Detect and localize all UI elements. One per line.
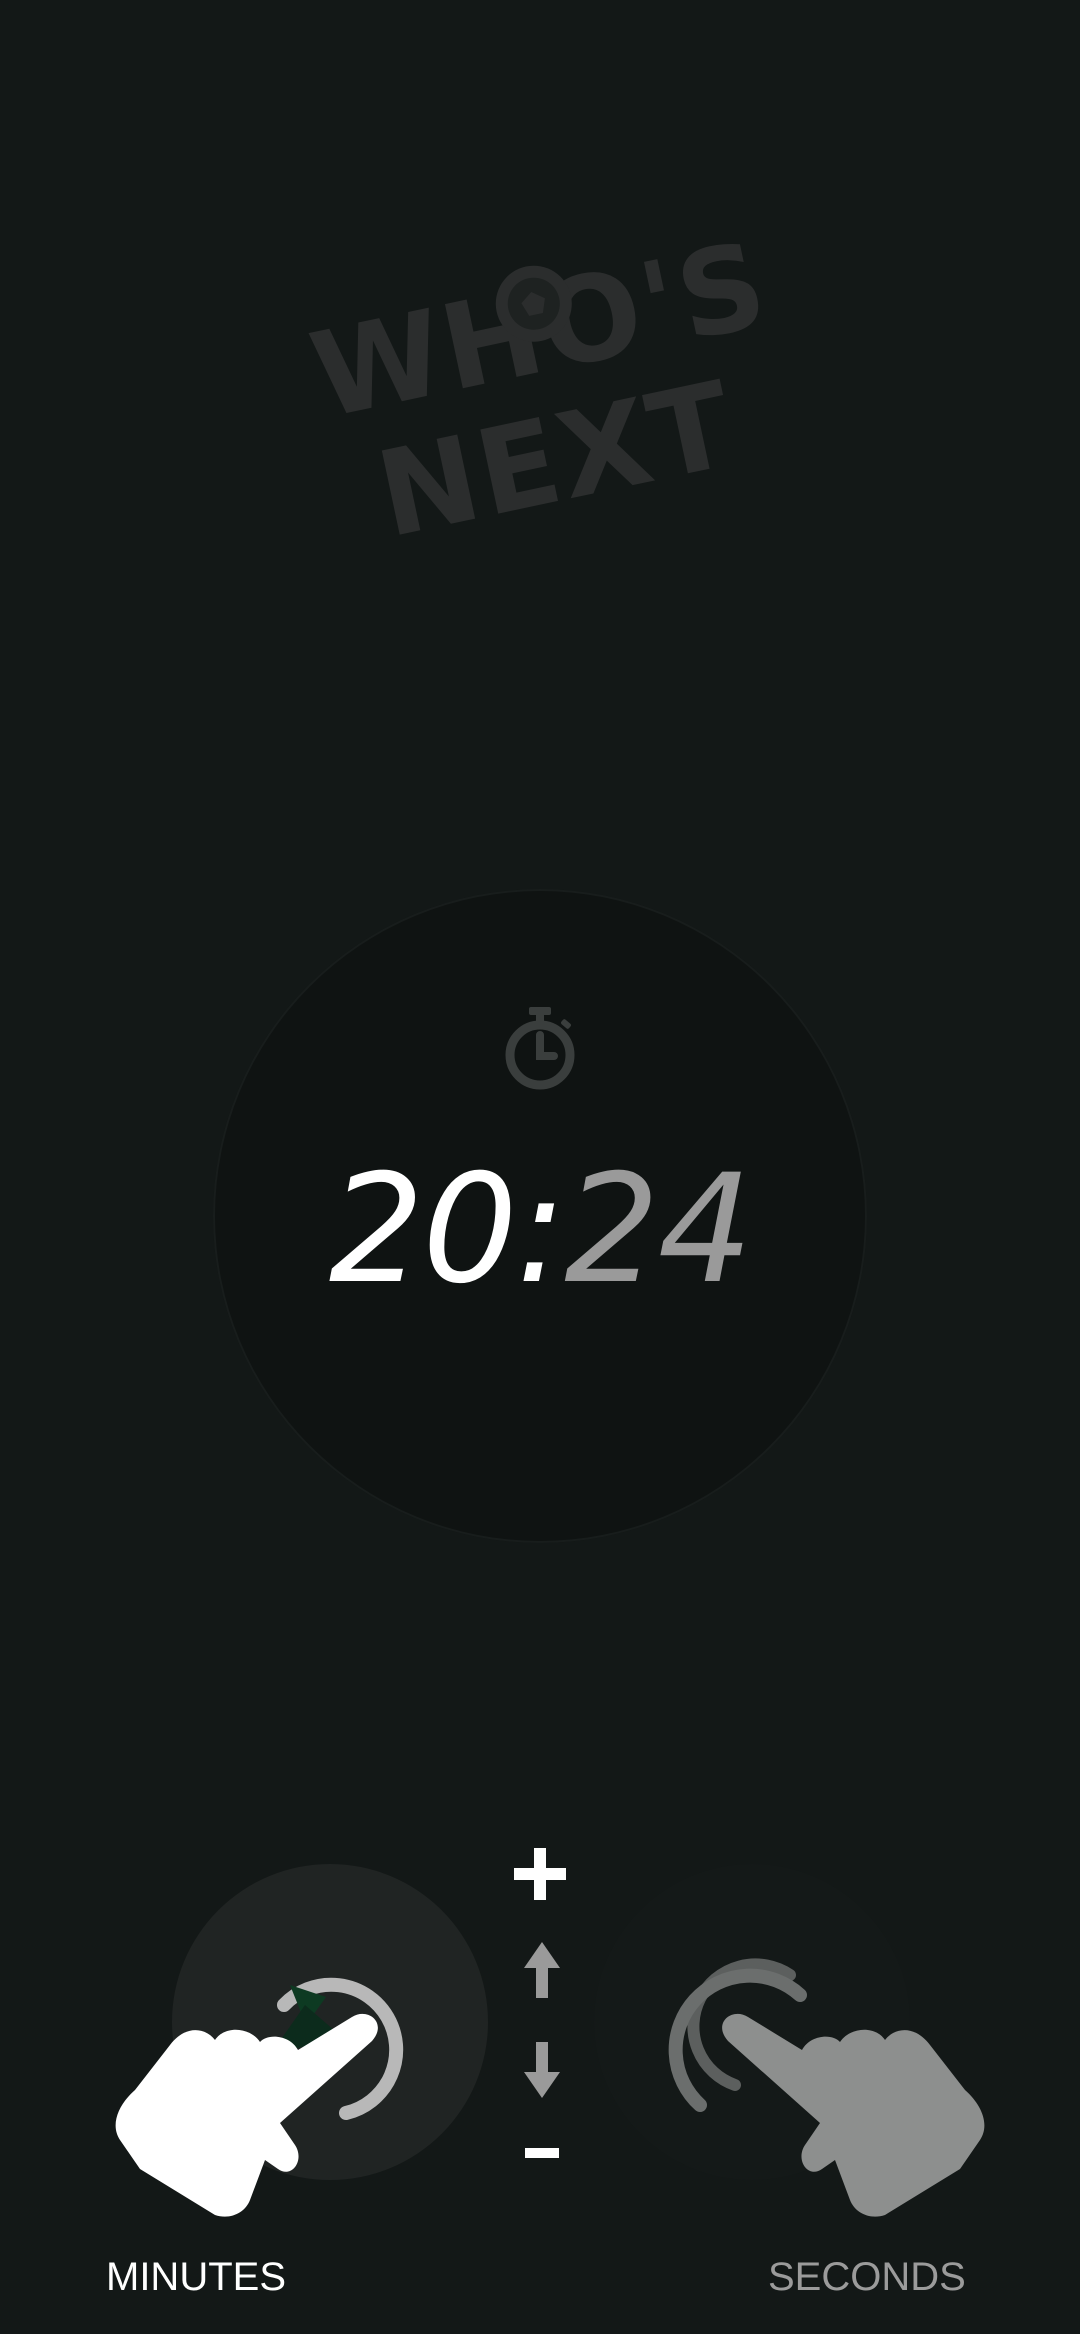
time-display: 20:24 <box>213 1145 867 1315</box>
increase-indicator <box>505 1830 575 1910</box>
whos-next-logo: WHO'S NEXT <box>300 215 779 560</box>
decrease-indicator <box>525 2148 559 2158</box>
arrow-down-icon <box>524 2042 560 2098</box>
arrow-up-icon <box>524 1942 560 1998</box>
stopwatch-icon <box>505 1007 575 1090</box>
timer-seconds: 24 <box>564 1143 753 1317</box>
minutes-label[interactable]: MINUTES <box>106 2255 286 2300</box>
timer-screen: WHO'S NEXT 20:24 <box>0 0 1080 2334</box>
seconds-label[interactable]: SECONDS <box>768 2255 966 2300</box>
timer-separator: : <box>515 1143 567 1317</box>
timer-minutes: 20 <box>328 1143 518 1317</box>
